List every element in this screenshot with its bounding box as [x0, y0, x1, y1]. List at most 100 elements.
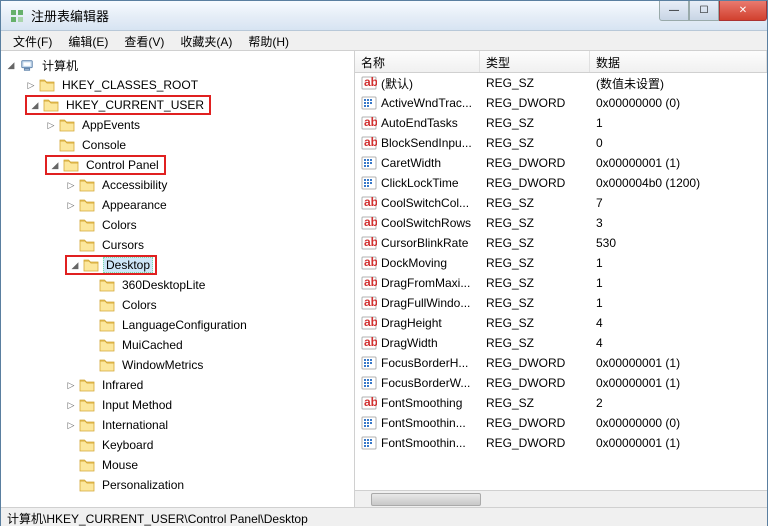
- tree-personalization[interactable]: ▷Personalization: [1, 475, 354, 495]
- horizontal-scrollbar[interactable]: [355, 490, 767, 507]
- maximize-button[interactable]: ☐: [689, 1, 719, 21]
- list-row[interactable]: DragFromMaxi...REG_SZ1: [355, 273, 767, 293]
- value-type: REG_DWORD: [480, 375, 590, 391]
- tree-root[interactable]: ◢计算机: [1, 55, 354, 75]
- menu-file[interactable]: 文件(F): [5, 31, 60, 50]
- value-data: 2: [590, 395, 767, 411]
- tree-label: Control Panel: [83, 157, 162, 173]
- expander-icon[interactable]: ◢: [69, 259, 81, 271]
- close-button[interactable]: ✕: [719, 1, 767, 21]
- menu-help[interactable]: 帮助(H): [240, 31, 297, 50]
- value-name: FontSmoothin...: [381, 436, 466, 450]
- column-header-type[interactable]: 类型: [480, 51, 590, 72]
- expander-icon[interactable]: ▷: [65, 179, 77, 191]
- expander-icon[interactable]: ◢: [5, 59, 17, 71]
- column-header-name[interactable]: 名称: [355, 51, 480, 72]
- computer-icon: [19, 58, 35, 72]
- list-row[interactable]: DragFullWindo...REG_SZ1: [355, 293, 767, 313]
- tree-inputmethod[interactable]: ▷Input Method: [1, 395, 354, 415]
- window-title: 注册表编辑器: [31, 6, 109, 25]
- tree-appearance[interactable]: ▷Appearance: [1, 195, 354, 215]
- tree-colors2[interactable]: ▷Colors: [1, 295, 354, 315]
- tree-label: Cursors: [99, 237, 147, 253]
- value-name: FocusBorderW...: [381, 376, 470, 390]
- tree-cursors[interactable]: ▷Cursors: [1, 235, 354, 255]
- tree-desktop[interactable]: ◢Desktop: [1, 255, 354, 275]
- tree-international[interactable]: ▷International: [1, 415, 354, 435]
- list-row[interactable]: CaretWidthREG_DWORD0x00000001 (1): [355, 153, 767, 173]
- value-name: DockMoving: [381, 256, 447, 270]
- list-row[interactable]: DockMovingREG_SZ1: [355, 253, 767, 273]
- expander-icon[interactable]: ▷: [65, 399, 77, 411]
- tree-langconf[interactable]: ▷LanguageConfiguration: [1, 315, 354, 335]
- list-row[interactable]: CursorBlinkRateREG_SZ530: [355, 233, 767, 253]
- list-row[interactable]: ClickLockTimeREG_DWORD0x000004b0 (1200): [355, 173, 767, 193]
- menu-view[interactable]: 查看(V): [116, 31, 172, 50]
- folder-icon: [59, 118, 75, 132]
- value-name: ActiveWndTrac...: [381, 96, 472, 110]
- tree-windowmetrics[interactable]: ▷WindowMetrics: [1, 355, 354, 375]
- list-row[interactable]: DragHeightREG_SZ4: [355, 313, 767, 333]
- list-row[interactable]: FontSmoothing REG_SZ2: [355, 393, 767, 413]
- list-row[interactable]: CoolSwitchCol...REG_SZ7: [355, 193, 767, 213]
- tree-hkcr[interactable]: ▷HKEY_CLASSES_ROOT: [1, 75, 354, 95]
- list-panel[interactable]: 名称 类型 数据 (默认)REG_SZ(数值未设置)ActiveWndTrac.…: [355, 51, 767, 507]
- value-data: 4: [590, 315, 767, 331]
- value-type: REG_DWORD: [480, 95, 590, 111]
- list-row[interactable]: FocusBorderW...REG_DWORD0x00000001 (1): [355, 373, 767, 393]
- value-data: 1: [590, 255, 767, 271]
- tree-infrared[interactable]: ▷Infrared: [1, 375, 354, 395]
- folder-icon: [79, 458, 95, 472]
- folder-icon: [79, 398, 95, 412]
- expander-icon[interactable]: ▷: [25, 79, 37, 91]
- value-name: DragHeight: [381, 316, 442, 330]
- value-type: REG_SZ: [480, 395, 590, 411]
- tree-label: LanguageConfiguration: [119, 317, 250, 333]
- tree-desktoplite[interactable]: ▷360DesktopLite: [1, 275, 354, 295]
- tree-panel[interactable]: ◢计算机 ▷HKEY_CLASSES_ROOT ◢HKEY_CURRENT_US…: [1, 51, 355, 507]
- value-name: CoolSwitchCol...: [381, 196, 469, 210]
- tree-label: WindowMetrics: [119, 357, 206, 373]
- tree-keyboard[interactable]: ▷Keyboard: [1, 435, 354, 455]
- tree-hkcu[interactable]: ◢HKEY_CURRENT_USER: [1, 95, 354, 115]
- expander-icon[interactable]: ◢: [29, 99, 41, 111]
- expander-icon[interactable]: ▷: [65, 379, 77, 391]
- list-header: 名称 类型 数据: [355, 51, 767, 73]
- column-header-data[interactable]: 数据: [590, 51, 767, 72]
- value-data: 0x00000000 (0): [590, 95, 767, 111]
- value-dw-icon: [361, 375, 377, 391]
- list-row[interactable]: FontSmoothin...REG_DWORD0x00000001 (1): [355, 433, 767, 453]
- list-row[interactable]: DragWidthREG_SZ4: [355, 333, 767, 353]
- value-name: FontSmoothing: [381, 396, 462, 410]
- tree-appevents[interactable]: ▷AppEvents: [1, 115, 354, 135]
- list-row[interactable]: CoolSwitchRowsREG_SZ3: [355, 213, 767, 233]
- tree-colors[interactable]: ▷Colors: [1, 215, 354, 235]
- tree-console[interactable]: ▷Console: [1, 135, 354, 155]
- folder-icon: [63, 158, 79, 172]
- folder-icon: [99, 278, 115, 292]
- minimize-button[interactable]: —: [659, 1, 689, 21]
- expander-icon[interactable]: ▷: [65, 199, 77, 211]
- folder-icon: [39, 78, 55, 92]
- value-dw-icon: [361, 435, 377, 451]
- list-row[interactable]: BlockSendInpu...REG_SZ0: [355, 133, 767, 153]
- value-name: FontSmoothin...: [381, 416, 466, 430]
- list-row[interactable]: FocusBorderH...REG_DWORD0x00000001 (1): [355, 353, 767, 373]
- menu-favorites[interactable]: 收藏夹(A): [172, 31, 240, 50]
- scrollbar-thumb[interactable]: [371, 493, 481, 506]
- tree-controlpanel[interactable]: ◢ Control Panel: [1, 155, 354, 175]
- list-row[interactable]: AutoEndTasksREG_SZ1: [355, 113, 767, 133]
- expander-icon[interactable]: ▷: [45, 119, 57, 131]
- tree-muicached[interactable]: ▷MuiCached: [1, 335, 354, 355]
- tree-mouse[interactable]: ▷Mouse: [1, 455, 354, 475]
- list-row[interactable]: (默认)REG_SZ(数值未设置): [355, 73, 767, 93]
- menu-edit[interactable]: 编辑(E): [60, 31, 116, 50]
- expander-icon[interactable]: ◢: [49, 159, 61, 171]
- folder-icon: [99, 298, 115, 312]
- value-sz-icon: [361, 75, 377, 91]
- tree-accessibility[interactable]: ▷Accessibility: [1, 175, 354, 195]
- value-type: REG_DWORD: [480, 175, 590, 191]
- expander-icon[interactable]: ▷: [65, 419, 77, 431]
- list-row[interactable]: ActiveWndTrac... REG_DWORD0x00000000 (0): [355, 93, 767, 113]
- list-row[interactable]: FontSmoothin...REG_DWORD0x00000000 (0): [355, 413, 767, 433]
